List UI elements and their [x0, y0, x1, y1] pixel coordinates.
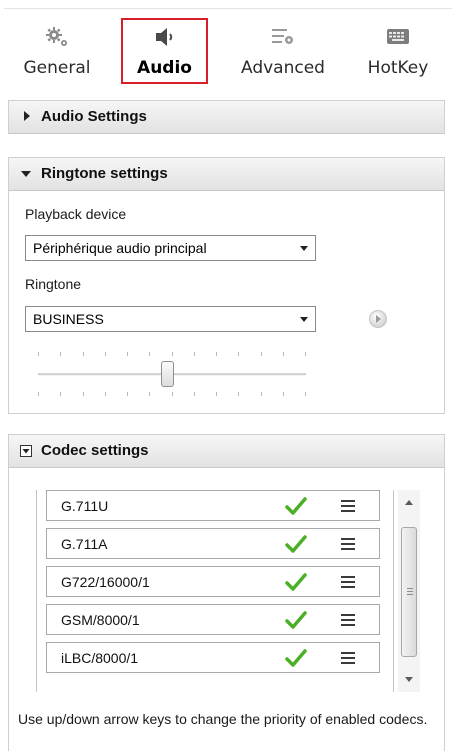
codec-priority-hint: Use up/down arrow keys to change the pri… [18, 711, 428, 727]
audio-settings-panel: Audio Settings [8, 100, 445, 134]
check-icon[interactable] [285, 534, 307, 554]
drag-handle-icon[interactable] [341, 614, 355, 626]
drag-handle-icon[interactable] [341, 538, 355, 550]
codec-name: iLBC/8000/1 [61, 650, 139, 666]
slider-tick [38, 352, 39, 356]
slider-tick [305, 392, 306, 396]
check-icon[interactable] [285, 610, 307, 630]
playback-device-select[interactable]: Périphérique audio principal [25, 235, 316, 261]
tab-label: General [23, 58, 91, 78]
codec-list-scrollbar[interactable] [398, 490, 420, 692]
slider-tick [105, 352, 106, 356]
slider-tick [83, 352, 84, 356]
gears-icon [46, 27, 67, 46]
scrollbar-thumb[interactable] [401, 527, 417, 657]
slider-tick [105, 392, 106, 396]
drag-handle-icon[interactable] [341, 576, 355, 588]
slider-tick [283, 392, 284, 396]
tab-audio[interactable]: Audio [121, 18, 208, 84]
grip-line [407, 591, 413, 592]
check-icon[interactable] [285, 648, 307, 668]
chevron-down-icon [300, 246, 308, 251]
drag-handle-icon[interactable] [341, 500, 355, 512]
slider-tick [305, 352, 306, 356]
slider-tick [261, 352, 262, 356]
check-icon[interactable] [285, 572, 307, 592]
select-value: Périphérique audio principal [33, 240, 207, 256]
codec-row[interactable]: G.711U [46, 490, 380, 521]
scroll-up-arrow-icon[interactable] [405, 500, 413, 505]
play-ringtone-button[interactable] [369, 310, 387, 328]
collapse-arrow-icon [21, 171, 31, 177]
slider-tick [127, 392, 128, 396]
tab-advanced[interactable]: Advanced [230, 18, 336, 84]
slider-tick [172, 392, 173, 396]
slider-thumb[interactable] [161, 361, 174, 387]
list-settings-icon [272, 29, 293, 44]
tab-label: HotKey [367, 58, 429, 78]
top-divider [4, 8, 452, 9]
slider-tick [238, 352, 239, 356]
codec-row[interactable]: iLBC/8000/1 [46, 642, 380, 673]
slider-tick [194, 352, 195, 356]
panel-title: Codec settings [41, 442, 149, 459]
tab-hotkey[interactable]: HotKey [356, 18, 440, 84]
tab-general[interactable]: General [18, 18, 96, 84]
collapse-box-icon [20, 445, 32, 457]
settings-tab-bar: General Audio Advanced HotKey [0, 0, 452, 92]
codec-name: G722/16000/1 [61, 574, 150, 590]
ringtone-volume-slider[interactable] [30, 352, 306, 396]
panel-title: Ringtone settings [41, 165, 168, 182]
codec-name: GSM/8000/1 [61, 612, 140, 628]
check-icon[interactable] [285, 496, 307, 516]
ringtone-label: Ringtone [25, 276, 82, 292]
slider-tick [238, 392, 239, 396]
select-value: BUSINESS [33, 311, 104, 327]
expand-arrow-icon [24, 111, 30, 121]
slider-tick [149, 392, 150, 396]
slider-tick [127, 352, 128, 356]
keyboard-icon [387, 29, 409, 44]
slider-tick [60, 352, 61, 356]
playback-device-label: Playback device [25, 206, 127, 222]
slider-tick [60, 392, 61, 396]
slider-tick [194, 392, 195, 396]
codec-row[interactable]: G.711A [46, 528, 380, 559]
speaker-icon [155, 28, 172, 46]
slider-tick [216, 392, 217, 396]
codec-name: G.711U [61, 498, 109, 514]
chevron-down-icon [300, 317, 308, 322]
drag-handle-icon[interactable] [341, 652, 355, 664]
tab-label: Advanced [241, 58, 325, 78]
slider-tick [149, 352, 150, 356]
slider-tick [261, 392, 262, 396]
tab-label: Audio [137, 58, 192, 78]
codec-name: G.711A [61, 536, 108, 552]
grip-line [407, 594, 413, 595]
scroll-down-arrow-icon[interactable] [405, 677, 413, 682]
panel-title: Audio Settings [41, 108, 147, 125]
codec-row[interactable]: GSM/8000/1 [46, 604, 380, 635]
audio-settings-header[interactable]: Audio Settings [9, 101, 444, 134]
slider-tick [38, 392, 39, 396]
slider-tick [283, 352, 284, 356]
ringtone-settings-header[interactable]: Ringtone settings [9, 158, 444, 191]
ringtone-select[interactable]: BUSINESS [25, 306, 316, 332]
slider-tick [83, 392, 84, 396]
slider-tick [172, 352, 173, 356]
slider-tick [216, 352, 217, 356]
codec-settings-header[interactable]: Codec settings [9, 435, 444, 468]
grip-line [407, 588, 413, 589]
codec-row[interactable]: G722/16000/1 [46, 566, 380, 597]
